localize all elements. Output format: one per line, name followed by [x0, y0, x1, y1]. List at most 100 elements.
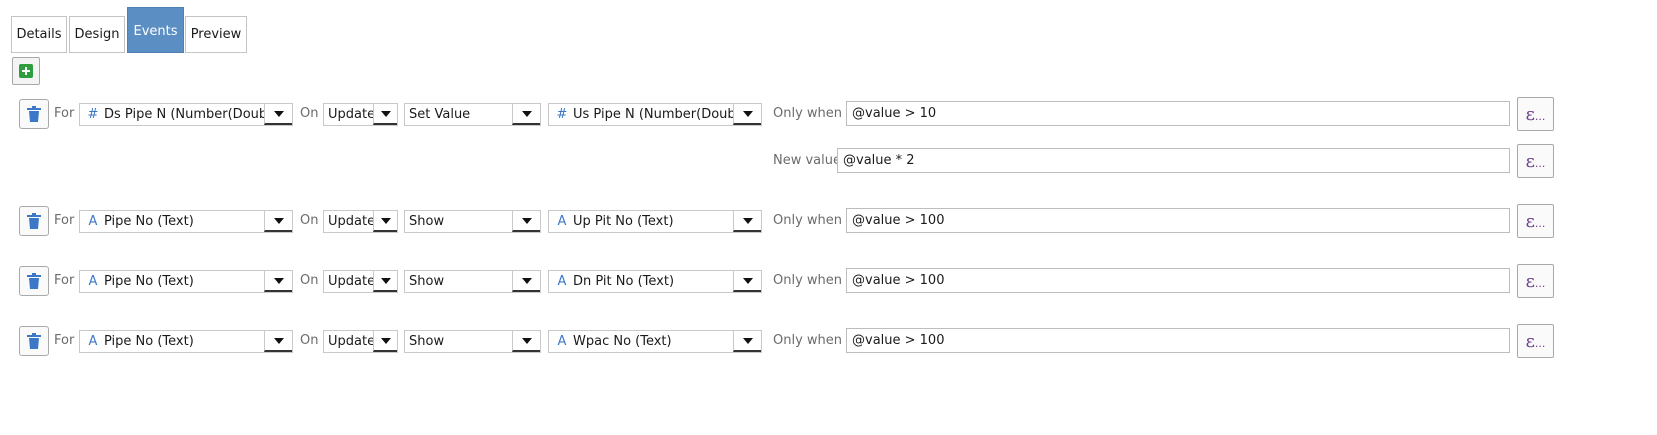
on-trigger-value: Update	[328, 334, 376, 349]
action-dropdown[interactable]: Set Value	[404, 103, 541, 126]
for-field-dropdown[interactable]: # Ds Pipe N (Number(Double))	[79, 103, 293, 126]
text-field-icon: A	[88, 214, 98, 229]
only-when-label: Only when	[773, 273, 843, 288]
chevron-down-icon	[733, 104, 761, 125]
target-field-dropdown[interactable]: A Wpac No (Text)	[548, 330, 762, 353]
event-row: For A Pipe No (Text) On Update Show A Dn…	[0, 264, 1657, 298]
trash-icon	[27, 273, 41, 289]
text-field-icon: A	[557, 214, 567, 229]
on-trigger-value: Update	[328, 274, 376, 289]
new-value-input[interactable]: @value * 2	[837, 148, 1510, 173]
tab-details[interactable]: Details	[11, 16, 67, 53]
expression-dots: ...	[1534, 336, 1546, 350]
chevron-down-icon	[512, 331, 540, 352]
chevron-down-icon	[373, 271, 397, 292]
action-value: Show	[409, 274, 445, 289]
number-field-icon: #	[556, 107, 568, 122]
chevron-down-icon	[512, 211, 540, 232]
trash-icon	[27, 333, 41, 349]
target-field-value: Us Pipe N (Number(Double))	[573, 107, 758, 122]
for-label: For	[54, 213, 75, 228]
chevron-down-icon	[512, 271, 540, 292]
epsilon-icon: ε	[1525, 103, 1535, 125]
new-value-label: New value	[773, 153, 841, 168]
only-when-input[interactable]: @value > 100	[846, 328, 1510, 353]
chevron-down-icon	[264, 104, 292, 125]
trash-icon	[27, 106, 41, 122]
target-field-dropdown[interactable]: A Up Pit No (Text)	[548, 210, 762, 233]
tab-design[interactable]: Design	[69, 16, 125, 53]
epsilon-icon: ε	[1525, 210, 1535, 232]
chevron-down-icon	[733, 211, 761, 232]
on-trigger-value: Update	[328, 214, 376, 229]
action-value: Show	[409, 214, 445, 229]
action-value: Set Value	[409, 107, 471, 122]
chevron-down-icon	[264, 331, 292, 352]
target-field-value: Up Pit No (Text)	[573, 214, 674, 229]
text-field-icon: A	[557, 274, 567, 289]
epsilon-icon: ε	[1525, 150, 1535, 172]
text-field-icon: A	[88, 274, 98, 289]
action-dropdown[interactable]: Show	[404, 330, 541, 353]
only-when-label: Only when	[773, 106, 843, 121]
action-dropdown[interactable]: Show	[404, 210, 541, 233]
add-event-button[interactable]	[12, 57, 40, 85]
for-label: For	[54, 333, 75, 348]
expression-builder-button[interactable]: ε...	[1517, 264, 1554, 298]
target-field-dropdown[interactable]: # Us Pipe N (Number(Double))	[548, 103, 762, 126]
trash-icon	[27, 213, 41, 229]
for-field-value: Pipe No (Text)	[104, 214, 194, 229]
on-trigger-dropdown[interactable]: Update	[323, 270, 398, 293]
expression-dots: ...	[1534, 216, 1546, 230]
only-when-label: Only when	[773, 333, 843, 348]
on-trigger-dropdown[interactable]: Update	[323, 103, 398, 126]
expression-builder-button[interactable]: ε...	[1517, 144, 1554, 178]
chevron-down-icon	[733, 271, 761, 292]
target-field-value: Wpac No (Text)	[573, 334, 672, 349]
chevron-down-icon	[264, 271, 292, 292]
on-trigger-dropdown[interactable]: Update	[323, 330, 398, 353]
on-trigger-dropdown[interactable]: Update	[323, 210, 398, 233]
for-field-value: Pipe No (Text)	[104, 334, 194, 349]
expression-dots: ...	[1534, 109, 1546, 123]
action-value: Show	[409, 334, 445, 349]
expression-builder-button[interactable]: ε...	[1517, 97, 1554, 131]
only-when-input[interactable]: @value > 100	[846, 208, 1510, 233]
tab-events[interactable]: Events	[127, 7, 184, 53]
on-label: On	[300, 213, 319, 228]
only-when-input[interactable]: @value > 100	[846, 268, 1510, 293]
for-field-dropdown[interactable]: A Pipe No (Text)	[79, 270, 293, 293]
event-row: For A Pipe No (Text) On Update Show A Wp…	[0, 324, 1657, 358]
expression-builder-button[interactable]: ε...	[1517, 204, 1554, 238]
for-field-value: Pipe No (Text)	[104, 274, 194, 289]
chevron-down-icon	[373, 331, 397, 352]
new-value-row: New value @value * 2 ε...	[0, 144, 1657, 178]
for-label: For	[54, 106, 75, 121]
delete-event-button[interactable]	[19, 326, 49, 356]
text-field-icon: A	[557, 334, 567, 349]
epsilon-icon: ε	[1525, 330, 1535, 352]
chevron-down-icon	[264, 211, 292, 232]
on-label: On	[300, 273, 319, 288]
for-label: For	[54, 273, 75, 288]
target-field-value: Dn Pit No (Text)	[573, 274, 675, 289]
chevron-down-icon	[733, 331, 761, 352]
target-field-dropdown[interactable]: A Dn Pit No (Text)	[548, 270, 762, 293]
expression-dots: ...	[1534, 276, 1546, 290]
only-when-input[interactable]: @value > 10	[846, 101, 1510, 126]
delete-event-button[interactable]	[19, 206, 49, 236]
only-when-label: Only when	[773, 213, 843, 228]
for-field-dropdown[interactable]: A Pipe No (Text)	[79, 330, 293, 353]
event-row: For A Pipe No (Text) On Update Show A Up…	[0, 204, 1657, 238]
expression-builder-button[interactable]: ε...	[1517, 324, 1554, 358]
delete-event-button[interactable]	[19, 266, 49, 296]
chevron-down-icon	[373, 211, 397, 232]
expression-dots: ...	[1534, 156, 1546, 170]
delete-event-button[interactable]	[19, 99, 49, 129]
action-dropdown[interactable]: Show	[404, 270, 541, 293]
on-label: On	[300, 106, 319, 121]
text-field-icon: A	[88, 334, 98, 349]
tab-preview[interactable]: Preview	[185, 16, 247, 53]
on-label: On	[300, 333, 319, 348]
for-field-dropdown[interactable]: A Pipe No (Text)	[79, 210, 293, 233]
